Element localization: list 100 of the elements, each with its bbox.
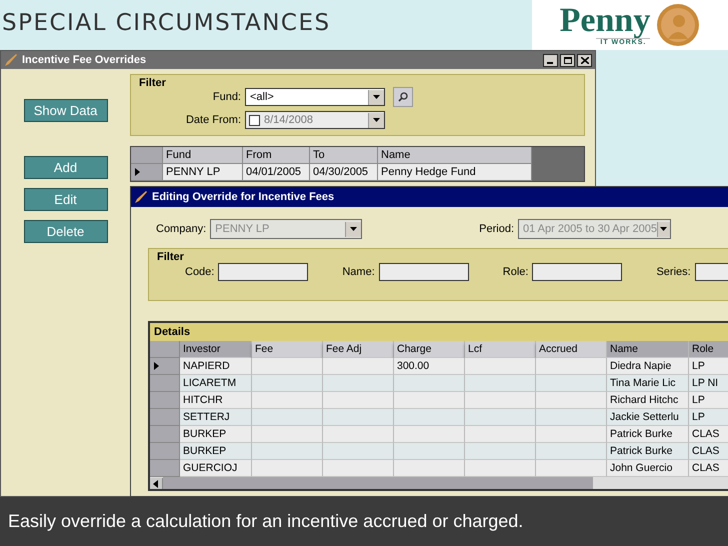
table-cell — [465, 460, 536, 477]
table-cell — [536, 426, 607, 443]
slide-title: SPECIAL CIRCUMSTANCES — [1, 10, 331, 36]
column-header[interactable]: Name — [378, 147, 532, 164]
coin-icon — [656, 3, 700, 47]
field-label: Fund: — [212, 91, 241, 103]
table-cell: Tina Marie Lic — [607, 375, 689, 392]
input-field[interactable] — [218, 263, 308, 281]
caret-icon — [373, 95, 380, 99]
table-cell: LP NI — [689, 375, 728, 392]
table-cell: John Guercio — [607, 460, 689, 477]
table-cell — [252, 358, 323, 375]
table-cell — [252, 375, 323, 392]
row-header — [150, 341, 180, 358]
table-cell: CLAS — [689, 443, 728, 460]
caret-icon — [350, 227, 358, 231]
pencil-icon — [134, 190, 148, 204]
table-cell — [536, 375, 607, 392]
table-cell — [536, 392, 607, 409]
horizontal-scrollbar[interactable] — [150, 477, 728, 489]
table-cell — [465, 392, 536, 409]
table-cell — [536, 358, 607, 375]
table-cell — [394, 443, 465, 460]
table-cell — [323, 426, 394, 443]
table-cell — [536, 443, 607, 460]
field-label: Name: — [342, 266, 375, 278]
group-title: Filter — [138, 76, 167, 89]
table-cell — [252, 460, 323, 477]
field-label: Code: — [185, 266, 214, 278]
row-header[interactable] — [131, 164, 163, 181]
logo-wordmark: Penny — [560, 4, 650, 38]
minimize-button[interactable] — [543, 54, 558, 66]
column-header[interactable]: Accrued — [536, 341, 607, 358]
pencil-icon — [4, 53, 18, 67]
field-label: Company: — [156, 223, 206, 235]
column-header[interactable]: To — [310, 147, 378, 164]
table-cell — [465, 375, 536, 392]
table-cell: LICARETM — [180, 375, 252, 392]
table-cell: LP — [689, 392, 728, 409]
caret-icon — [660, 227, 668, 231]
table-cell — [323, 443, 394, 460]
table-cell — [252, 392, 323, 409]
row-header[interactable] — [150, 358, 180, 375]
row-header — [131, 147, 163, 164]
table-cell: CLAS — [689, 426, 728, 443]
input-field[interactable] — [378, 263, 469, 281]
caret-icon — [373, 118, 380, 122]
table-cell — [323, 392, 394, 409]
table-cell — [252, 409, 323, 426]
checkbox[interactable] — [249, 114, 260, 126]
column-header[interactable]: Investor — [180, 341, 252, 358]
action-button[interactable]: Edit — [24, 188, 108, 211]
table-cell: LP — [689, 358, 728, 375]
dropdown[interactable]: <all> — [245, 88, 385, 106]
close-icon — [580, 56, 588, 64]
table-cell — [394, 375, 465, 392]
search-button[interactable] — [393, 87, 413, 107]
close-button[interactable] — [577, 54, 592, 66]
table-cell: 04/01/2005 — [243, 164, 310, 181]
input-field[interactable] — [532, 263, 622, 281]
table-cell: SETTERJ — [180, 409, 252, 426]
table-cell — [323, 358, 394, 375]
table-cell — [323, 460, 394, 477]
scroll-thumb[interactable] — [163, 477, 593, 489]
table-cell — [536, 460, 607, 477]
column-header[interactable]: Charge — [394, 341, 465, 358]
column-header[interactable]: Fee — [252, 341, 323, 358]
table-cell: 300.00 — [394, 358, 465, 375]
table-cell: Richard Hitchc — [607, 392, 689, 409]
table-cell: NAPIERD — [180, 358, 252, 375]
window-title: Incentive Fee Overrides — [22, 54, 146, 66]
table-cell — [394, 409, 465, 426]
action-button[interactable]: Show Data — [24, 99, 108, 122]
column-header[interactable]: Role — [689, 341, 728, 358]
table-cell: PENNY LP — [163, 164, 243, 181]
action-button[interactable]: Delete — [24, 220, 108, 243]
action-button[interactable]: Add — [24, 156, 108, 179]
table-cell — [323, 409, 394, 426]
table-cell: BURKEP — [180, 426, 252, 443]
table-cell — [252, 443, 323, 460]
table-cell — [252, 426, 323, 443]
table-cell: Jackie Setterlu — [607, 409, 689, 426]
scroll-left-icon — [150, 478, 163, 489]
table-cell — [323, 375, 394, 392]
table-cell: GUERCIOJ — [180, 460, 252, 477]
table-cell — [465, 426, 536, 443]
table-cell: CLAS — [689, 460, 728, 477]
table-cell: LP — [689, 409, 728, 426]
field-label: Period: — [479, 223, 514, 235]
column-header[interactable]: From — [243, 147, 310, 164]
column-header[interactable]: Name — [607, 341, 689, 358]
column-header[interactable]: Fund — [163, 147, 243, 164]
column-header[interactable]: Fee Adj — [323, 341, 394, 358]
slide-caption: Easily override a calculation for an incentive accrued or charged. — [0, 497, 728, 546]
table-cell — [465, 358, 536, 375]
maximize-button[interactable] — [560, 54, 575, 66]
dropdown[interactable]: 8/14/2008 — [245, 111, 385, 129]
dialog-title: Editing Override for Incentive Fees — [152, 191, 334, 203]
column-header[interactable]: Lcf — [465, 341, 536, 358]
table-cell — [394, 392, 465, 409]
